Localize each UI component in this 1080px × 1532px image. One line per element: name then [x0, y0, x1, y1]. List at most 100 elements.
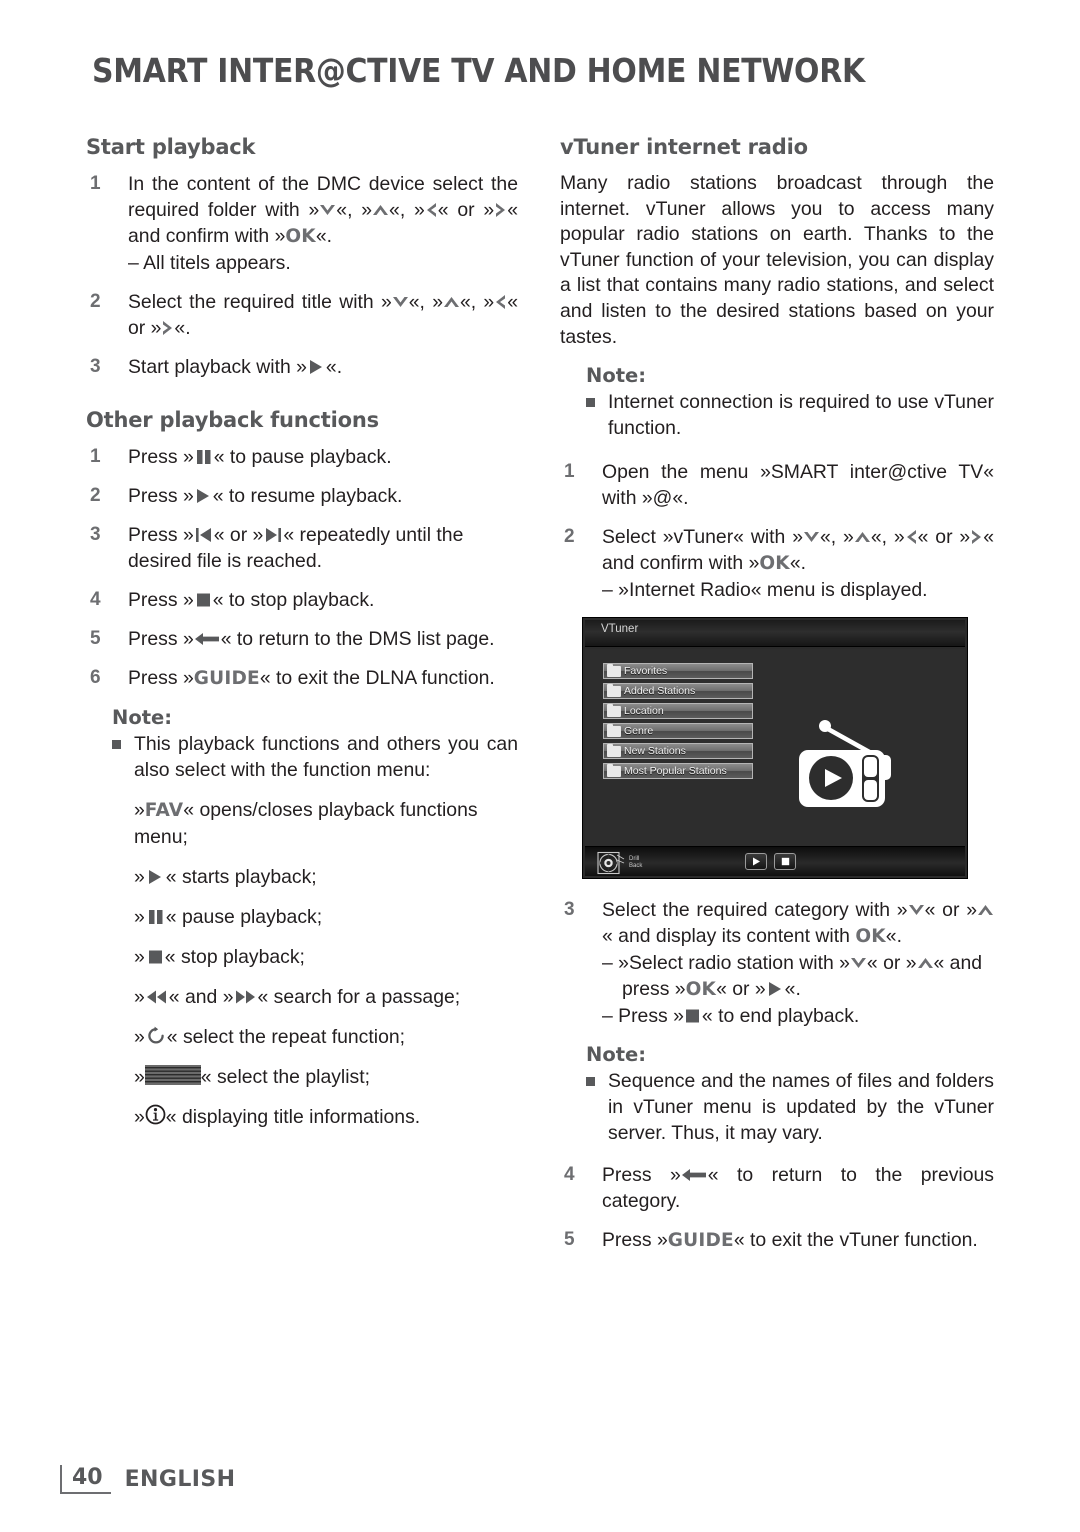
stop-icon — [194, 592, 213, 608]
note-bullet: Sequence and the names of files and fold… — [586, 1068, 994, 1146]
ok-key-label: OK — [285, 226, 316, 247]
list-item: 1 In the content of the DMC device selec… — [86, 171, 518, 276]
stop-icon — [684, 1008, 702, 1024]
list-item: 1 Press » « to pause playback. — [86, 444, 518, 470]
step-text: «, » — [819, 526, 854, 549]
step-text: « to return to the DMS list page. — [220, 628, 495, 650]
step-number: 4 — [90, 589, 101, 610]
step-number: 3 — [90, 524, 101, 545]
step-text: «, » — [870, 526, 905, 549]
substep-text: – »Select radio station with » — [602, 952, 850, 975]
note-block: Note: This playback functions and others… — [86, 706, 518, 1130]
list-item: 4 Press » « to return to the previous cat… — [560, 1162, 994, 1214]
step-text: « to resume playback. — [212, 485, 403, 507]
step-text: «. — [885, 925, 902, 948]
note-title: Note: — [586, 364, 647, 388]
tv-play-button[interactable] — [745, 853, 767, 871]
bullet-square-icon — [112, 740, 121, 749]
tv-screen-title: VTuner — [601, 623, 639, 636]
guide-key-label: GUIDE — [193, 668, 260, 689]
fast-forward-icon — [234, 989, 258, 1005]
language-label: ENGLISH — [124, 1467, 236, 1492]
note-text: This playback functions and others you c… — [134, 733, 518, 781]
quote-open: » — [134, 866, 145, 888]
folder-icon — [607, 663, 621, 677]
quote-open: » — [134, 906, 145, 928]
function-menu-line: »FAV« opens/closes playback functions me… — [112, 797, 518, 850]
tv-menu-item-added-stations[interactable]: Added Stations — [603, 683, 753, 700]
quote-open: » — [134, 799, 145, 821]
tv-menu-item-favorites[interactable]: Favorites — [603, 663, 753, 680]
pause-icon — [194, 449, 214, 465]
page-header: SMART INTER@CTIVE TV AND HOME NETWORK — [92, 52, 992, 90]
note-title: Note: — [112, 706, 173, 729]
function-menu-text: « opens/closes playback functions menu; — [134, 799, 478, 848]
play-icon — [194, 488, 213, 504]
substep-text: «. — [784, 978, 801, 1001]
tv-menu-item-label: Genre — [624, 725, 654, 738]
note-bullet: Internet connection is required to use v… — [586, 389, 994, 441]
fav-key-label: FAV — [144, 800, 184, 821]
note-text: Internet connection is required to use v… — [608, 391, 994, 440]
step-text: «. — [174, 317, 191, 339]
step-number: 2 — [90, 485, 101, 506]
step-number: 3 — [564, 899, 575, 921]
tv-menu-item-most-popular-stations[interactable]: Most Popular Stations — [603, 763, 753, 780]
right-arrow-icon — [494, 202, 507, 218]
play-icon — [145, 869, 166, 885]
tv-menu-item-label: Added Stations — [624, 685, 696, 698]
list-item: 6 Press »GUIDE« to exit the DLNA functio… — [86, 665, 518, 692]
pause-icon — [145, 909, 166, 925]
step-substep: – Press » « to end playback. — [602, 1003, 994, 1029]
heading-vtuner-internet-radio: vTuner internet radio — [560, 135, 808, 159]
list-item: 2 Press » « to resume playback. — [86, 483, 518, 509]
step-substep: – All titels appears. — [128, 252, 291, 274]
up-arrow-icon — [443, 295, 460, 310]
substep-text: « or » — [866, 952, 917, 975]
down-arrow-icon — [803, 530, 820, 545]
folder-icon — [607, 743, 621, 757]
note-block: Note: Internet connection is required to… — [560, 364, 994, 441]
down-arrow-icon — [319, 203, 336, 218]
step-text: « or » — [924, 899, 977, 922]
step-number: 1 — [564, 461, 575, 483]
tv-menu-item-genre[interactable]: Genre — [603, 723, 753, 740]
function-menu-line: » « pause playback; — [112, 904, 518, 930]
function-menu-line: » « stop playback; — [112, 944, 518, 970]
tv-stop-button[interactable] — [774, 853, 796, 871]
step-text: Select the required title with » — [128, 291, 392, 313]
function-menu-text: « select the playlist; — [200, 1066, 371, 1088]
tv-menu-item-location[interactable]: Location — [603, 703, 753, 720]
note-title: Note: — [586, 1043, 647, 1067]
list-item: 1 Open the menu »SMART inter@ctive TV« w… — [560, 459, 994, 511]
up-arrow-icon — [917, 956, 934, 971]
step-number: 5 — [564, 1229, 575, 1251]
substep-text: – Press » — [602, 1005, 684, 1028]
function-menu-text: « search for a passage; — [257, 986, 461, 1008]
step-number: 1 — [90, 446, 101, 467]
tv-menu-item-new-stations[interactable]: New Stations — [603, 743, 753, 760]
step-text: «, » — [389, 199, 425, 221]
tv-menu-item-label: Most Popular Stations — [624, 765, 727, 778]
list-item: 2 Select the required title with » «, » «,… — [86, 289, 518, 341]
left-arrow-icon — [494, 294, 507, 310]
tv-bottom-bar: Drill Back — [585, 846, 965, 877]
drill-back-control[interactable]: Drill Back — [597, 851, 642, 875]
play-icon — [766, 981, 785, 997]
stop-icon — [781, 857, 789, 866]
step-substep: – »Internet Radio« menu is displayed. — [602, 579, 928, 602]
note-text: Sequence and the names of files and fold… — [608, 1070, 994, 1145]
bullet-square-icon — [586, 398, 595, 408]
substep-text: « to end playback. — [701, 1005, 860, 1028]
down-arrow-icon — [392, 295, 409, 310]
heading-start-playback: Start playback — [86, 135, 256, 159]
page-footer: 40 ENGLISH — [60, 1465, 235, 1494]
step-text: «, » — [408, 291, 443, 313]
back-arrow-icon — [681, 1167, 708, 1183]
page-title: SMART INTER@CTIVE TV AND HOME NETWORK — [92, 52, 865, 90]
note-block: Note: Sequence and the names of files an… — [560, 1043, 994, 1146]
guide-key-label: GUIDE — [667, 1230, 734, 1252]
step-number: 1 — [90, 173, 101, 194]
list-item: 5 Press » « to return to the DMS list pag… — [86, 626, 518, 652]
step-text: Open the menu »SMART inter@ctive TV« wit… — [602, 461, 994, 510]
